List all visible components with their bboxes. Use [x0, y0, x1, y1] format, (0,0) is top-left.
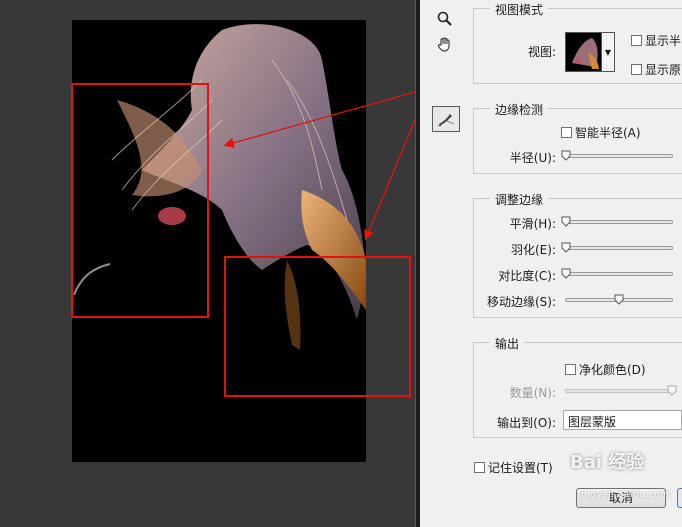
contrast-slider-thumb[interactable]: [561, 268, 571, 279]
feather-slider[interactable]: [561, 242, 673, 253]
edge-detection-title: 边缘检测: [490, 101, 549, 118]
shift-edge-slider-thumb[interactable]: [614, 294, 624, 305]
refine-radius-brush-icon[interactable]: [432, 106, 460, 132]
smooth-label: 平滑(H):: [509, 217, 556, 231]
smooth-slider-thumb[interactable]: [561, 216, 571, 227]
zoom-tool-icon[interactable]: [434, 8, 456, 30]
radius-slider-thumb[interactable]: [561, 150, 571, 161]
shift-edge-label: 移动边缘(S):: [486, 295, 556, 309]
output-to-label: 输出到(O):: [497, 416, 556, 430]
dropdown-arrow-icon[interactable]: ▼: [601, 32, 615, 72]
output-title: 输出: [490, 335, 525, 352]
show-radius-checkbox[interactable]: 显示半: [631, 32, 681, 49]
smooth-slider[interactable]: [561, 216, 673, 227]
annotation-box-left: [71, 83, 209, 318]
radius-label: 半径(U):: [509, 151, 556, 165]
view-mode-title: 视图模式: [490, 1, 549, 18]
contrast-label: 对比度(C):: [498, 269, 556, 283]
remember-settings-checkbox[interactable]: 记住设置(T): [474, 459, 553, 476]
show-original-checkbox[interactable]: 显示原: [631, 61, 681, 78]
adjust-edge-title: 调整边缘: [490, 191, 549, 208]
shift-edge-slider[interactable]: [565, 294, 673, 305]
view-label: 视图:: [528, 45, 557, 59]
annotation-arrow-2: [364, 119, 415, 241]
feather-label: 羽化(E):: [511, 243, 556, 257]
amount-slider: [565, 385, 677, 396]
canvas-workspace: [0, 0, 415, 527]
amount-slider-thumb: [667, 385, 677, 396]
decontaminate-colors-checkbox[interactable]: 净化颜色(D): [565, 361, 646, 378]
feather-slider-thumb[interactable]: [561, 242, 571, 253]
cancel-button[interactable]: 取消: [576, 488, 666, 508]
refine-edge-dialog: 视图模式 视图: ▼ 显示半 显示原 边缘检测 智能半径(A) 半径(U): 调…: [420, 0, 682, 527]
hand-tool-icon[interactable]: [434, 33, 456, 55]
smart-radius-checkbox[interactable]: 智能半径(A): [561, 124, 641, 141]
ok-button[interactable]: [677, 488, 682, 508]
contrast-slider[interactable]: [561, 268, 673, 279]
annotation-box-right: [224, 256, 411, 397]
amount-label: 数量(N):: [509, 386, 556, 400]
watermark-text: Bai 经验: [570, 452, 645, 473]
output-to-select[interactable]: 图层蒙版: [563, 410, 682, 430]
radius-slider[interactable]: [561, 150, 673, 161]
